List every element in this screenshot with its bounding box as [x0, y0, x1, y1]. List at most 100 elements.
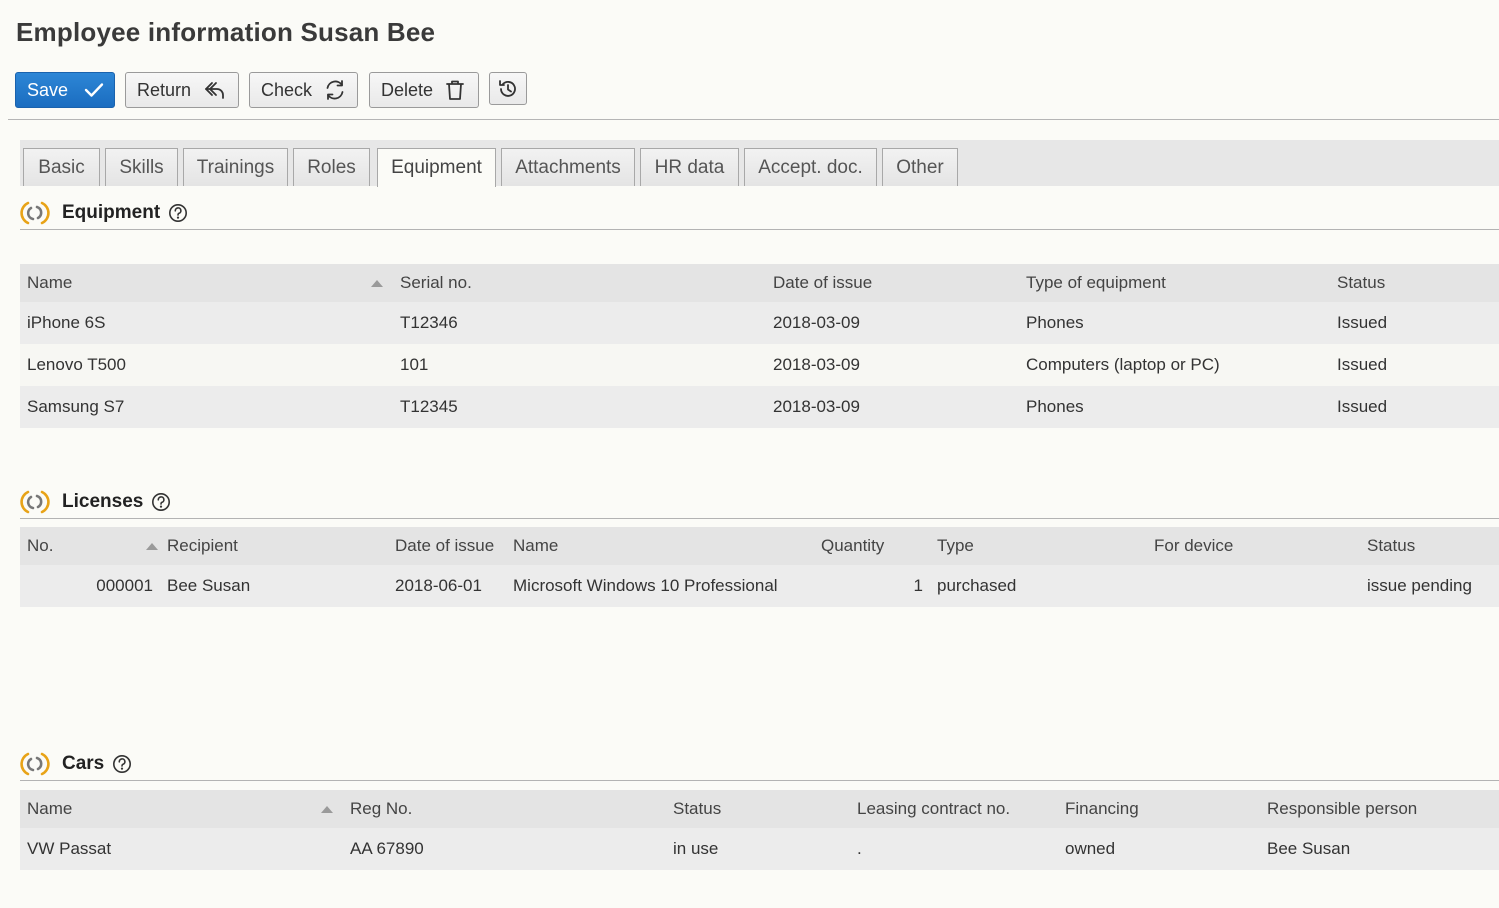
column-header-reg-no[interactable]: Reg No. — [343, 790, 666, 828]
cell-name: Microsoft Windows 10 Professional — [506, 565, 810, 607]
licenses-section-header: Licenses — [20, 487, 171, 517]
cell-serial: T12345 — [393, 386, 766, 428]
column-header-name[interactable]: Name — [20, 790, 343, 828]
licenses-table: No. Recipient Date of issue Name Quantit… — [20, 527, 1499, 607]
history-button[interactable] — [489, 72, 527, 105]
cell-type: purchased — [930, 565, 1147, 607]
licenses-section-divider — [20, 518, 1499, 519]
return-button[interactable]: Return — [125, 72, 239, 108]
tab-other[interactable]: Other — [882, 148, 958, 186]
tab-label: HR data — [654, 156, 725, 178]
cell-date: 2018-03-09 — [766, 344, 1019, 386]
tab-trainings[interactable]: Trainings — [183, 148, 288, 186]
tab-roles[interactable]: Roles — [293, 148, 370, 186]
table-row[interactable]: VW Passat AA 67890 in use . owned Bee Su… — [20, 828, 1499, 870]
cell-leasing: . — [850, 828, 1058, 870]
cell-status: in use — [666, 828, 850, 870]
cell-type: Phones — [1019, 302, 1330, 344]
cars-section-header: Cars — [20, 749, 132, 779]
table-row[interactable]: iPhone 6S T12346 2018-03-09 Phones Issue… — [20, 302, 1499, 344]
column-header-status[interactable]: Status — [1360, 527, 1499, 565]
cell-status: Issued — [1330, 344, 1499, 386]
sort-asc-icon — [321, 806, 333, 813]
check-button-label: Check — [261, 79, 313, 100]
table-header-row: No. Recipient Date of issue Name Quantit… — [20, 527, 1499, 565]
column-header-label: No. — [27, 536, 54, 555]
equipment-section-header: Equipment — [20, 198, 188, 228]
toolbar-divider — [8, 119, 1499, 120]
help-icon[interactable] — [168, 203, 188, 223]
save-button-label: Save — [27, 79, 69, 100]
equipment-table: Name Serial no. Date of issue Type of eq… — [20, 264, 1499, 428]
tab-label: Attachments — [515, 156, 621, 178]
cell-quantity: 1 — [810, 565, 930, 607]
cell-name: iPhone 6S — [20, 302, 393, 344]
tab-label: Accept. doc. — [758, 156, 863, 178]
tab-hr-data[interactable]: HR data — [640, 148, 739, 186]
column-header-responsible[interactable]: Responsible person — [1260, 790, 1499, 828]
column-header-financing[interactable]: Financing — [1058, 790, 1260, 828]
cell-serial: 101 — [393, 344, 766, 386]
table-row[interactable]: Samsung S7 T12345 2018-03-09 Phones Issu… — [20, 386, 1499, 428]
tab-label: Skills — [119, 156, 164, 178]
equipment-section-title: Equipment — [62, 202, 161, 223]
cell-status: issue pending — [1360, 565, 1499, 607]
table-row[interactable]: Lenovo T500 101 2018-03-09 Computers (la… — [20, 344, 1499, 386]
cell-status: Issued — [1330, 302, 1499, 344]
table-header-row: Name Reg No. Status Leasing contract no.… — [20, 790, 1499, 828]
column-header-serial[interactable]: Serial no. — [393, 264, 766, 302]
trash-icon — [446, 80, 464, 100]
tab-basic[interactable]: Basic — [23, 148, 100, 186]
tab-label: Trainings — [196, 156, 275, 178]
tab-attachments[interactable]: Attachments — [501, 148, 635, 186]
column-header-quantity[interactable]: Quantity — [810, 527, 930, 565]
save-button[interactable]: Save — [15, 72, 115, 108]
column-header-label: Name — [27, 273, 73, 292]
tab-equipment[interactable]: Equipment — [377, 148, 496, 187]
column-header-status[interactable]: Status — [666, 790, 850, 828]
column-header-recipient[interactable]: Recipient — [160, 527, 388, 565]
column-header-date[interactable]: Date of issue — [766, 264, 1019, 302]
cell-responsible: Bee Susan — [1260, 828, 1499, 870]
cell-date: 2018-03-09 — [766, 386, 1019, 428]
refresh-icon — [326, 80, 344, 100]
table-row[interactable]: 000001 Bee Susan 2018-06-01 Microsoft Wi… — [20, 565, 1499, 607]
cars-section-divider — [20, 780, 1499, 781]
cell-type: Computers (laptop or PC) — [1019, 344, 1330, 386]
column-header-type[interactable]: Type of equipment — [1019, 264, 1330, 302]
tab-label: Equipment — [391, 157, 482, 178]
column-header-type[interactable]: Type — [930, 527, 1147, 565]
cell-financing: owned — [1058, 828, 1260, 870]
equipment-section-divider — [20, 229, 1499, 230]
column-header-status[interactable]: Status — [1330, 264, 1499, 302]
section-icon — [20, 199, 50, 227]
check-button[interactable]: Check — [249, 72, 358, 108]
return-button-label: Return — [137, 79, 192, 100]
sort-asc-icon — [371, 280, 383, 287]
column-header-leasing[interactable]: Leasing contract no. — [850, 790, 1058, 828]
cell-name: Lenovo T500 — [20, 344, 393, 386]
cell-date: 2018-03-09 — [766, 302, 1019, 344]
delete-button[interactable]: Delete — [369, 72, 479, 108]
tab-label: Basic — [38, 156, 85, 178]
delete-button-label: Delete — [381, 79, 434, 100]
help-icon[interactable] — [112, 754, 132, 774]
history-icon — [499, 79, 516, 97]
cars-table: Name Reg No. Status Leasing contract no.… — [20, 790, 1499, 870]
help-icon[interactable] — [151, 492, 171, 512]
cell-recipient: Bee Susan — [160, 565, 388, 607]
column-header-label: Name — [27, 799, 73, 818]
section-icon — [20, 488, 50, 516]
tab-skills[interactable]: Skills — [105, 148, 178, 186]
cell-status: Issued — [1330, 386, 1499, 428]
column-header-date[interactable]: Date of issue — [388, 527, 506, 565]
tab-accept-doc[interactable]: Accept. doc. — [744, 148, 877, 186]
column-header-name[interactable]: Name — [506, 527, 810, 565]
cell-type: Phones — [1019, 386, 1330, 428]
column-header-name[interactable]: Name — [20, 264, 393, 302]
column-header-for-device[interactable]: For device — [1147, 527, 1360, 565]
cell-serial: T12346 — [393, 302, 766, 344]
sort-asc-icon — [146, 543, 158, 550]
cell-date: 2018-06-01 — [388, 565, 506, 607]
column-header-no[interactable]: No. — [20, 527, 160, 565]
